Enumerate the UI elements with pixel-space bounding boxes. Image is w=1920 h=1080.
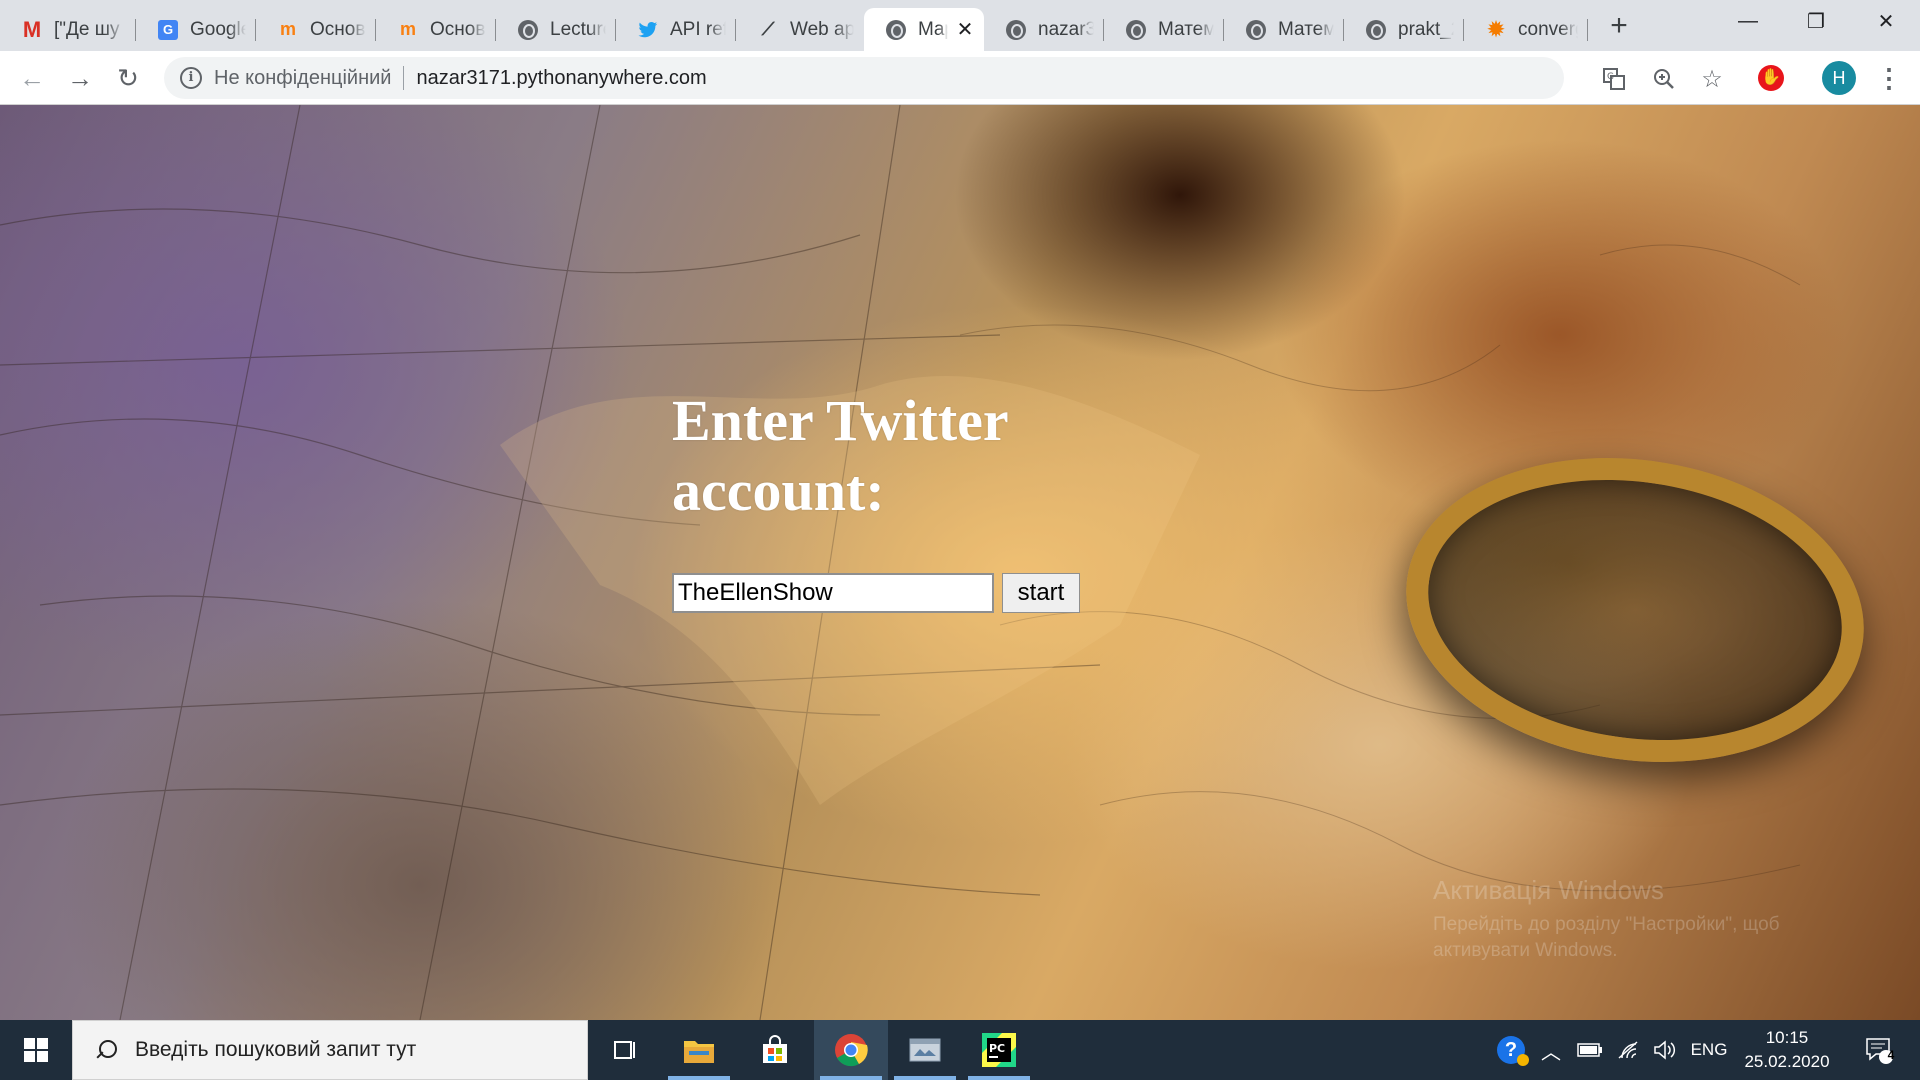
globe-icon [886, 19, 906, 40]
restore-button[interactable]: ❐ [1782, 0, 1850, 42]
globe-icon [1126, 19, 1146, 40]
watermark-title: Активація Windows [1433, 875, 1664, 905]
reload-button[interactable]: ↻ [110, 60, 146, 96]
taskbar-app-window[interactable] [888, 1020, 962, 1080]
close-tab-icon[interactable]: ✕ [956, 20, 974, 40]
back-button[interactable]: ← [14, 60, 50, 96]
start-button[interactable]: start [1002, 573, 1080, 613]
action-center-button[interactable]: 4 [1854, 1020, 1904, 1080]
moodle-icon: m [399, 19, 416, 39]
clock-date: 25.02.2020 [1744, 1052, 1830, 1071]
moodle-icon: m [279, 19, 296, 39]
windows-logo-icon [24, 1038, 48, 1062]
help-tray-icon[interactable]: ? [1490, 1020, 1532, 1080]
battery-icon[interactable] [1572, 1020, 1608, 1080]
tab-nazar[interactable]: nazar31 [984, 8, 1104, 51]
search-placeholder: Введіть пошуковий запит тут [135, 1038, 417, 1061]
zoom-icon[interactable] [1650, 65, 1678, 93]
divider [403, 66, 405, 90]
tab-prakt[interactable]: prakt_2 [1344, 8, 1464, 51]
taskbar-pycharm[interactable]: PC [962, 1020, 1036, 1080]
task-view-button[interactable] [588, 1020, 662, 1080]
windows-start-button[interactable] [0, 1020, 72, 1080]
browser-tabstrip: M ["Де шу G Google m Основи m Основи Lec… [0, 0, 1920, 51]
windows-activation-watermark: Активація Windows Перейдіть до розділу "… [1433, 875, 1853, 964]
close-window-button[interactable]: ✕ [1852, 0, 1920, 42]
volume-icon[interactable] [1648, 1020, 1682, 1080]
pythonanywhere-icon: ⟋ [761, 19, 775, 39]
browser-toolbar: ← → ↻ i Не конфіденційний nazar3171.pyth… [0, 51, 1920, 105]
google-translate-icon: G [158, 19, 178, 40]
page-title: Enter Twitter account: [672, 388, 1008, 523]
tab-moodle-2[interactable]: m Основи [376, 8, 496, 51]
account-form: start [672, 573, 1080, 613]
clock-time: 10:15 [1765, 1028, 1809, 1047]
globe-icon [1366, 19, 1386, 40]
taskbar-microsoft-store[interactable] [738, 1020, 812, 1080]
task-view-icon [614, 1041, 635, 1059]
profile-avatar[interactable]: H [1822, 61, 1856, 95]
svg-text:G: G [1607, 72, 1614, 82]
tab-moodle-1[interactable]: m Основи [256, 8, 376, 51]
input-language[interactable]: ENG [1684, 1020, 1734, 1080]
twitter-account-input[interactable] [672, 573, 994, 613]
minimize-button[interactable]: — [1714, 0, 1782, 42]
chrome-icon [835, 1034, 868, 1067]
address-bar[interactable]: i Не конфіденційний nazar3171.pythonanyw… [164, 57, 1723, 99]
svg-text:PC: PC [989, 1042, 1005, 1055]
taskbar-search-box[interactable]: Введіть пошуковий запит тут [72, 1020, 588, 1080]
globe-icon [518, 19, 538, 40]
watermark-subtitle: Перейдіть до розділу "Настройки", щоб ак… [1433, 914, 1780, 961]
security-label: Не конфіденційний [214, 66, 392, 89]
pycharm-icon: PC [982, 1033, 1016, 1067]
info-icon[interactable]: i [180, 67, 202, 89]
tab-lecture[interactable]: Lecture [496, 8, 616, 51]
gear-icon: ✹ [1487, 19, 1505, 41]
adblock-extension-icon[interactable]: ✋ [1758, 65, 1784, 91]
tab-map-active[interactable]: Map ✕ [864, 8, 984, 51]
tab-math-1[interactable]: Матема [1104, 8, 1224, 51]
browser-menu-button[interactable]: ⋮ [1876, 61, 1902, 95]
tab-math-2[interactable]: Матема [1224, 8, 1344, 51]
gmail-icon: M [22, 16, 42, 42]
main-content: Enter Twitter account: start [672, 386, 1080, 613]
notification-count: 4 [1887, 1048, 1895, 1062]
forward-button[interactable]: → [62, 60, 98, 96]
app-window-icon [909, 1038, 941, 1062]
tab-gmail[interactable]: M ["Де шу [0, 8, 136, 51]
windows-taskbar: Введіть пошуковий запит тут PC ? ︿ ENG 1… [0, 1020, 1920, 1080]
globe-icon [1246, 19, 1266, 40]
search-icon [93, 1038, 117, 1062]
folder-icon [684, 1041, 714, 1063]
url-text[interactable]: nazar3171.pythonanywhere.com [416, 67, 706, 90]
bookmark-star-icon[interactable]: ☆ [1698, 65, 1726, 93]
store-icon [763, 1035, 787, 1063]
taskbar-chrome[interactable] [814, 1020, 888, 1080]
globe-icon [1006, 19, 1026, 40]
tab-converg[interactable]: ✹ converg [1464, 8, 1588, 51]
translate-icon[interactable]: G [1600, 65, 1628, 93]
taskbar-file-explorer[interactable] [662, 1020, 736, 1080]
page-viewport: Enter Twitter account: start Активація W… [0, 105, 1920, 1020]
taskbar-clock[interactable]: 10:15 25.02.2020 [1742, 1026, 1832, 1074]
new-tab-button[interactable]: + [1602, 10, 1636, 44]
tab-twitter-api[interactable]: API refe [616, 8, 736, 51]
tab-web-app[interactable]: ⟋ Web ap [736, 8, 864, 51]
show-hidden-icons-chevron[interactable]: ︿ [1536, 1020, 1566, 1080]
wifi-icon[interactable] [1612, 1020, 1646, 1080]
twitter-icon [638, 20, 658, 40]
tab-google-translate[interactable]: G Google [136, 8, 256, 51]
